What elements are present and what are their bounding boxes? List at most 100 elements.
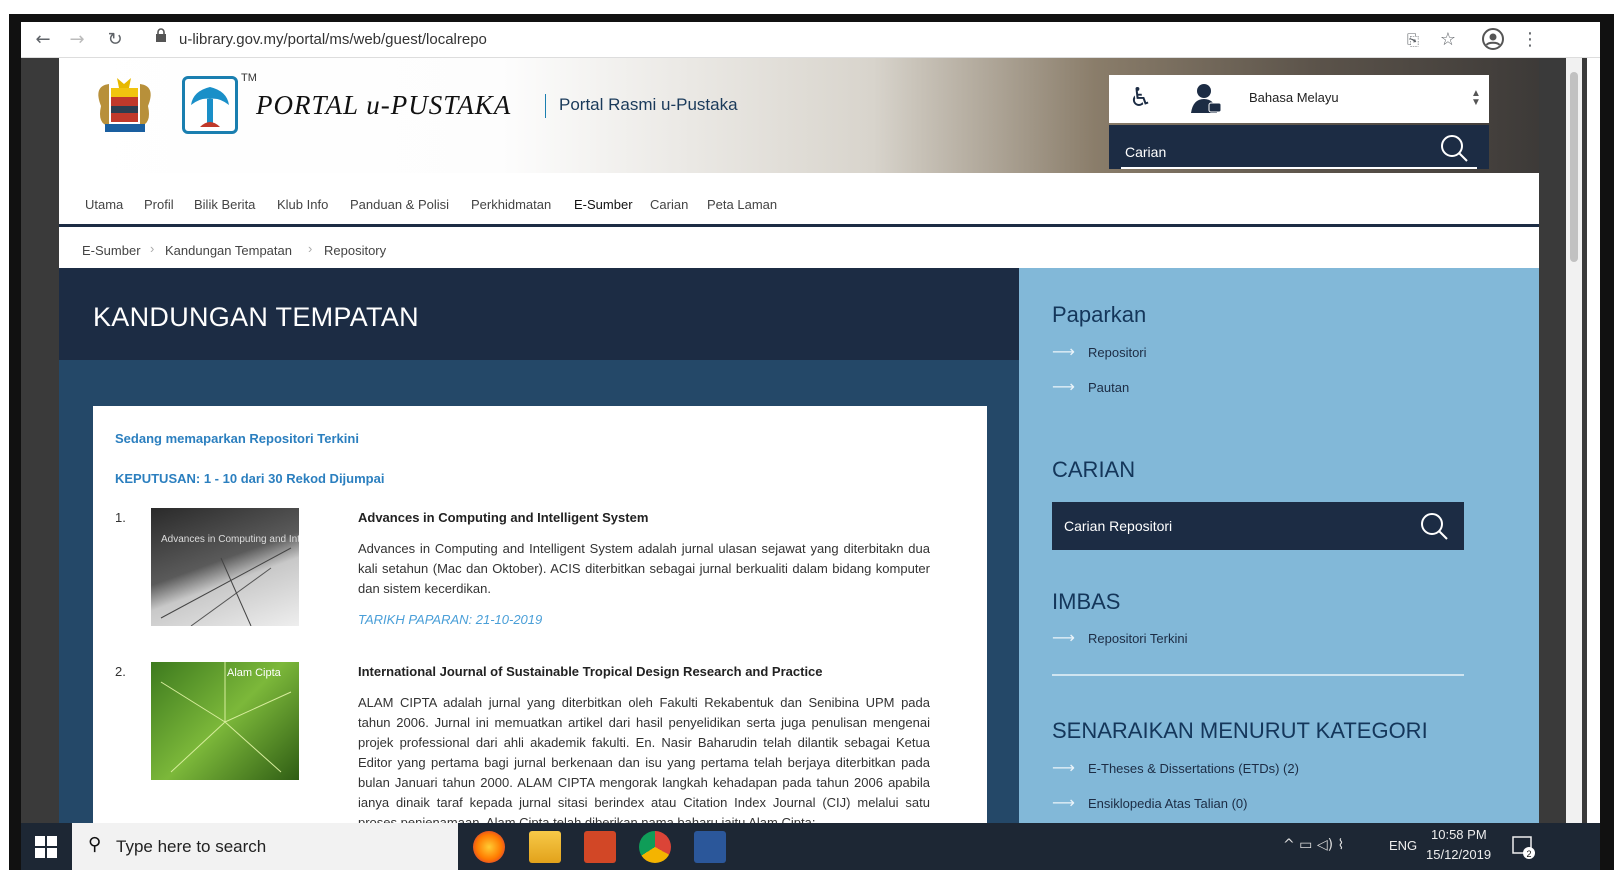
sidebar-paparkan-heading: Paparkan (1052, 302, 1147, 327)
reload-icon[interactable]: ↻ (103, 28, 127, 52)
sidebar-link-etds[interactable]: ⟶ E-Theses & Dissertations (ETDs) (2) (1052, 758, 1299, 777)
site-header: TM PORTAL u-PUSTAKA Portal Rasmi u-Pusta… (59, 58, 1539, 173)
sidebar-link-ensiklopedia[interactable]: ⟶ Ensiklopedia Atas Talian (0) (1052, 793, 1247, 812)
nav-item-e-sumber[interactable]: E-Sumber (574, 197, 633, 212)
sidebar-divider (1052, 674, 1464, 676)
windows-taskbar: ⚲ Type here to search ^ ▭ ◁) ⌇ ENG 10:58… (21, 823, 1600, 870)
back-icon[interactable]: ← (31, 28, 55, 52)
file-explorer-icon[interactable] (529, 831, 561, 863)
portal-subtitle: Portal Rasmi u-Pustaka (559, 95, 738, 114)
language-select[interactable]: Bahasa Melayu (1249, 90, 1339, 105)
arrow-right-icon: ⟶ (1052, 758, 1075, 777)
menu-dots-icon[interactable]: ⋮ (1518, 28, 1542, 52)
select-arrow-icon: ▲ ▼ (1471, 88, 1481, 108)
top-strip (0, 0, 1614, 14)
site-container: TM PORTAL u-PUSTAKA Portal Rasmi u-Pusta… (59, 58, 1539, 848)
clock-date[interactable]: 15/12/2019 (1426, 847, 1491, 862)
notification-count: 2 (1527, 849, 1532, 859)
search-icon[interactable] (1418, 510, 1450, 542)
repository-search-placeholder: Carian Repositori (1064, 518, 1173, 534)
address-bar[interactable]: u-library.gov.my/portal/ms/web/guest/loc… (179, 26, 1429, 54)
clock-time[interactable]: 10:58 PM (1431, 827, 1487, 842)
forward-icon[interactable]: → (65, 28, 89, 52)
scrollbar-thumb[interactable] (1570, 72, 1578, 262)
taskbar-search-box[interactable]: ⚲ Type here to search (72, 823, 458, 870)
result-title[interactable]: Advances in Computing and Intelligent Sy… (358, 510, 648, 525)
result-thumbnail[interactable]: Advances in Computing and Intelligent Sy… (151, 508, 299, 626)
nav-item-carian[interactable]: Carian (650, 197, 688, 212)
nav-item-utama[interactable]: Utama (85, 197, 123, 212)
nav-item-profil[interactable]: Profil (144, 197, 174, 212)
firefox-icon[interactable] (473, 831, 505, 863)
user-login-icon[interactable] (1189, 81, 1223, 115)
powerpoint-icon[interactable] (584, 831, 616, 863)
result-description: Advances in Computing and Intelligent Sy… (358, 541, 930, 596)
thumbnail-caption: Alam Cipta (227, 667, 282, 679)
sidebar-carian-heading: CARIAN (1052, 457, 1136, 482)
page-title: KANDUNGAN TEMPATAN (93, 302, 419, 332)
nav-item-bilik-berita[interactable]: Bilik Berita (194, 197, 255, 212)
sidebar-kategori-heading: SENARAIKAN MENURUT KATEGORI (1052, 718, 1428, 743)
browser-toolbar: ← → ↻ u-library.gov.my/portal/ms/web/gue… (21, 22, 1600, 58)
arrow-right-icon: ⟶ (1052, 342, 1075, 361)
main-nav: Utama Profil Bilik Berita Klub Info Pand… (59, 173, 1539, 227)
results-card: Sedang memaparkan Repositori Terkini KEP… (93, 406, 987, 848)
nav-item-panduan-polisi[interactable]: Panduan & Polisi (350, 197, 449, 212)
results-count: KEPUTUSAN: 1 - 10 dari 30 Rekod Dijumpai (115, 471, 385, 486)
language-indicator[interactable]: ENG (1389, 838, 1417, 853)
u-pustaka-logo[interactable] (182, 76, 238, 134)
thumbnail-caption: Advances in Computing and Intelligent Sy… (161, 534, 299, 545)
windows-start-icon[interactable] (35, 836, 57, 858)
arrow-right-icon: ⟶ (1052, 793, 1075, 812)
word-icon[interactable] (694, 831, 726, 863)
portal-title: PORTAL u-PUSTAKA (256, 90, 512, 120)
breadcrumb-repository: Repository (324, 243, 387, 258)
coat-of-arms-logo (98, 78, 151, 132)
chrome-icon[interactable] (639, 831, 671, 863)
breadcrumb-kandungan-tempatan[interactable]: Kandungan Tempatan (165, 243, 292, 258)
sidebar-link-repositori[interactable]: ⟶ Repositori (1052, 342, 1147, 361)
header-search-placeholder: Carian (1125, 144, 1167, 160)
bookmark-star-icon[interactable]: ☆ (1436, 28, 1460, 52)
window-frame-right (1600, 14, 1614, 894)
web-page: TM PORTAL u-PUSTAKA Portal Rasmi u-Pusta… (21, 58, 1587, 848)
result-thumbnail[interactable]: Alam Cipta (151, 662, 299, 780)
title-divider (545, 94, 546, 118)
search-icon[interactable] (1439, 133, 1469, 163)
header-tools: ♿ Bahasa Melayu ▲ ▼ (1109, 75, 1489, 123)
sidebar-link-label: Pautan (1088, 380, 1130, 395)
screenshot: ← → ↻ u-library.gov.my/portal/ms/web/gue… (0, 0, 1614, 895)
arrow-right-icon: ⟶ (1052, 628, 1075, 647)
sidebar-link-repositori-terkini[interactable]: ⟶ Repositori Terkini (1052, 628, 1187, 647)
profile-icon[interactable] (1481, 28, 1505, 52)
breadcrumb-e-sumber[interactable]: E-Sumber (82, 243, 141, 258)
nav-item-perkhidmatan[interactable]: Perkhidmatan (471, 197, 551, 212)
result-description: ALAM CIPTA adalah jurnal yang diterbitka… (358, 695, 930, 830)
result-number: 2. (115, 664, 126, 679)
breadcrumb-chevron-icon: › (308, 241, 313, 256)
translate-icon[interactable]: ⎘ (1401, 28, 1425, 52)
arrow-right-icon: ⟶ (1052, 377, 1075, 396)
header-search-input[interactable]: Carian (1109, 125, 1489, 169)
showing-label: Sedang memaparkan Repositori Terkini (115, 431, 359, 446)
window-frame-top (9, 14, 1614, 22)
accessibility-icon[interactable]: ♿ (1129, 83, 1152, 113)
result-number: 1. (115, 510, 126, 525)
sidebar-imbas-heading: IMBAS (1052, 589, 1121, 614)
sidebar-link-label: E-Theses & Dissertations (ETDs) (2) (1088, 761, 1299, 776)
nav-item-peta-laman[interactable]: Peta Laman (707, 197, 777, 212)
trademark-label: TM (241, 72, 257, 84)
system-tray-icons[interactable]: ^ ▭ ◁) ⌇ (1283, 837, 1344, 853)
repository-search-input[interactable]: Carian Repositori (1052, 502, 1464, 550)
result-date: TARIKH PAPARAN: 21-10-2019 (358, 612, 543, 627)
lock-icon (155, 28, 167, 45)
breadcrumb: E-Sumber › Kandungan Tempatan › Reposito… (59, 230, 1539, 268)
sidebar-link-label: Repositori (1088, 345, 1147, 360)
sidebar-link-label: Repositori Terkini (1088, 631, 1188, 646)
page-scrollbar[interactable] (1566, 58, 1582, 848)
nav-item-klub-info[interactable]: Klub Info (277, 197, 328, 212)
notification-center-icon[interactable]: 2 (1511, 835, 1535, 859)
result-title[interactable]: International Journal of Sustainable Tro… (358, 664, 823, 679)
sidebar-link-pautan[interactable]: ⟶ Pautan (1052, 377, 1129, 396)
search-icon: ⚲ (88, 834, 102, 855)
